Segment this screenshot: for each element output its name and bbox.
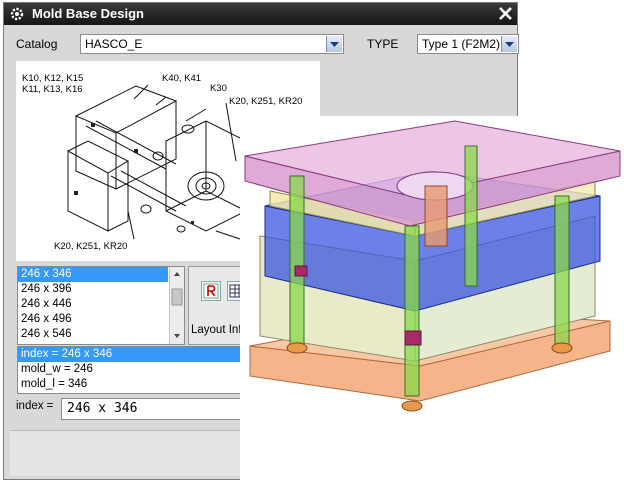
callout-k40: K40, K41: [162, 73, 202, 84]
callout-k10: K10, K12, K15: [22, 73, 84, 84]
catalog-dropdown[interactable]: HASCO_E: [80, 34, 344, 54]
gear-icon: [10, 7, 24, 21]
list-item[interactable]: index = 246 x 346: [18, 347, 258, 362]
scroll-up-icon[interactable]: [174, 272, 180, 276]
rename-icon: [203, 283, 219, 299]
catalog-value: HASCO_E: [85, 37, 143, 51]
bottom-panel: [10, 430, 250, 476]
mold-size-list[interactable]: 246 x 346 246 x 396 246 x 446 246 x 496 …: [17, 266, 185, 345]
list-item[interactable]: mold_w = 246: [18, 362, 258, 377]
list-item[interactable]: 246 x 346: [18, 267, 168, 282]
list-item[interactable]: mold_l = 346: [18, 377, 258, 392]
chevron-down-icon[interactable]: [501, 36, 517, 52]
scroll-down-icon[interactable]: [174, 334, 180, 338]
expression-list[interactable]: index = 246 x 346 mold_w = 246 mold_l = …: [17, 346, 259, 394]
list-scrollbar[interactable]: [169, 267, 184, 344]
chevron-down-icon[interactable]: [326, 36, 342, 52]
mold-3d-render: [240, 116, 628, 483]
callout-k20-bottom: K20, K251, KR20: [54, 241, 128, 252]
window-title: Mold Base Design: [32, 6, 144, 21]
list-item[interactable]: 246 x 396: [18, 282, 168, 297]
callout-k11: K11, K13, K16: [22, 84, 83, 95]
rename-button[interactable]: [201, 281, 221, 301]
mold-assembly-image: [244, 120, 621, 412]
scroll-thumb[interactable]: [171, 288, 183, 306]
title-bar[interactable]: Mold Base Design: [4, 3, 517, 25]
type-label: TYPE: [367, 37, 399, 51]
type-dropdown[interactable]: Type 1 (F2M2): [417, 34, 519, 54]
list-item[interactable]: 246 x 446: [18, 297, 168, 312]
type-value: Type 1 (F2M2): [422, 37, 501, 51]
close-icon[interactable]: [497, 5, 514, 22]
catalog-label: Catalog: [16, 37, 58, 51]
callout-k30: K30: [210, 83, 227, 94]
index-label: index =: [16, 400, 54, 412]
list-item[interactable]: 246 x 546: [18, 327, 168, 342]
index-input[interactable]: 246 x 346: [61, 398, 257, 420]
list-item[interactable]: 246 x 496: [18, 312, 168, 327]
callout-k20-right: K20, K251, KR20: [229, 96, 303, 107]
